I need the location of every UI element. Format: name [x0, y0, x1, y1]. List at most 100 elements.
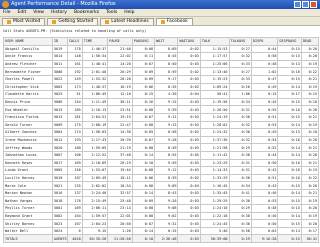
menu-view[interactable]: View — [33, 9, 44, 16]
table-cell: 0:03 — [177, 158, 201, 168]
table-cell: 0:19 — [300, 211, 320, 221]
table-cell: 0:15 — [277, 44, 302, 54]
table-cell: 9:13 — [154, 120, 179, 130]
table-cell: 2:10:09 — [81, 158, 109, 168]
col-user-name[interactable]: USER NAME — [3, 37, 53, 46]
agent-name-link[interactable]: Walter Bell — [3, 226, 53, 236]
table-cell: 0:19 — [300, 59, 320, 69]
agent-name-link[interactable]: Bernadette Fisher — [3, 67, 53, 76]
table-row: Claudette Harris 5025 51 1:06:45 12:10 0:15 4:… — [3, 90, 320, 99]
table-cell: 1:23:29 — [199, 158, 230, 168]
close-button[interactable] — [310, 1, 317, 8]
table-cell: 5002 — [51, 211, 68, 221]
agent-name-link[interactable]: Shirley Barnes — [3, 219, 53, 228]
table-cell: 0:29 — [228, 143, 252, 152]
col-pause[interactable]: PAUSE — [107, 37, 133, 46]
col-id[interactable]: ID — [51, 37, 68, 46]
agent-name-link[interactable]: Gerald Turner — [3, 120, 53, 130]
bookmark-most-visited[interactable]: Most Visited — [2, 18, 46, 25]
totals-cell: 4018 — [66, 234, 83, 244]
table-cell: 0:20 — [300, 44, 320, 54]
table-cell: 0:20 — [300, 150, 320, 160]
table-cell: 1:06:45 — [81, 90, 109, 99]
table-cell: 169 — [66, 158, 83, 168]
table-cell: 0:27 — [228, 44, 252, 54]
agent-name-link[interactable]: Linda Grant — [3, 166, 53, 175]
agent-name-link[interactable]: Phyllis Turner — [3, 204, 53, 213]
agent-name-link[interactable]: Johnathan Lucas — [3, 150, 53, 160]
agent-name-link[interactable]: Annie Francis — [3, 52, 53, 61]
col-wait[interactable]: WAIT — [154, 37, 179, 46]
agent-name-link[interactable]: Lucille Harvey — [3, 173, 53, 183]
table-cell: 161 — [66, 59, 83, 69]
table-cell: 0:21 — [300, 158, 320, 168]
agent-name-link[interactable]: Francisco Fields — [3, 112, 53, 122]
agent-stats-table: USER NAME ID CALLS TIME PAUSE PAUSAVG WA… — [3, 37, 320, 244]
agent-name-link[interactable]: Dennis Price — [3, 97, 53, 107]
agent-name-link[interactable]: Charles Powell — [3, 74, 53, 84]
totals-cell: 0:15 — [277, 234, 302, 244]
table-cell: 0:51 — [250, 112, 279, 122]
col-waitavg[interactable]: WAITAVG — [177, 37, 201, 46]
col-talk[interactable]: TALK — [199, 37, 230, 46]
agent-name-link[interactable]: Raymond Grant — [3, 211, 53, 221]
table-cell: 0:02 — [177, 67, 201, 76]
col-dispoavg[interactable]: DISPOAVG — [277, 37, 302, 46]
table-cell: 0:16 — [277, 158, 302, 168]
totals-cell: 38:41 — [300, 234, 320, 244]
firefox-icon — [2, 1, 9, 8]
maximize-button[interactable] — [302, 1, 309, 8]
table-cell: 5017 — [51, 158, 68, 168]
agent-name-link[interactable]: Gilbert Sanchez — [3, 128, 53, 137]
table-cell: 0:19 — [300, 196, 320, 206]
col-pausavg[interactable]: PAUSAVG — [131, 37, 156, 46]
table-cell: 19:15 — [107, 112, 133, 122]
col-dead[interactable]: DEAD — [300, 37, 320, 46]
menu-help[interactable]: Help — [124, 9, 134, 16]
table-cell: 0:46 — [250, 211, 279, 221]
menu-history[interactable]: History — [51, 9, 67, 16]
agent-name-link[interactable]: Marion Newton — [3, 188, 53, 198]
agent-name-link[interactable]: Irene Mackenzie — [3, 135, 53, 145]
bookmark-getting-started[interactable]: Getting Started — [47, 18, 99, 25]
col-time[interactable]: TIME — [81, 37, 109, 46]
col-dispo[interactable]: DISPO — [250, 37, 279, 46]
agent-name-link[interactable]: Claudette Harris — [3, 90, 53, 99]
bookmark-facebook[interactable]: Facebook — [155, 18, 193, 25]
bookmark-latest-headlines[interactable]: Latest Headlines — [100, 18, 154, 25]
agent-name-link[interactable]: Kenneth Reyes — [3, 158, 53, 168]
table-cell: 0:45 — [250, 97, 279, 107]
col-talkavg[interactable]: TALKAVG — [228, 37, 252, 46]
table-cell: 0:03 — [177, 226, 201, 236]
table-row: Raymond Grant 5002 164 1:59:57 22:01 0:08 9:02… — [3, 211, 320, 221]
table-cell: 9:15 — [154, 97, 179, 107]
table-cell: 2:17:43 — [81, 135, 109, 145]
bookmark-icon — [7, 20, 11, 24]
agent-name-link[interactable]: Abigail Castillo — [3, 44, 53, 54]
window-title: Agent Performance Detail - Mozilla Firef… — [11, 1, 116, 7]
table-cell: 0:19 — [300, 120, 320, 130]
menu-edit[interactable]: Edit — [18, 9, 27, 16]
agent-name-link[interactable]: Nathan Vargas — [3, 196, 53, 206]
menu-file[interactable]: File — [3, 9, 11, 16]
table-cell: 0:08 — [131, 204, 156, 213]
table-cell: 8:45 — [154, 52, 179, 61]
agent-name-link[interactable]: Jeffrey Woods — [3, 143, 53, 152]
menu-tools[interactable]: Tools — [106, 9, 117, 16]
table-cell: 2:06:11 — [81, 204, 109, 213]
col-calls[interactable]: CALLS — [66, 37, 83, 46]
agent-name-link[interactable]: Eva Wheeler — [3, 105, 53, 114]
table-cell: 0:13 — [277, 59, 302, 69]
menu-bookmarks[interactable]: Bookmarks — [74, 9, 99, 16]
table-row: Gilbert Sanchez 5004 174 1:58:03 14:38 0:05 8:… — [3, 128, 320, 137]
table-cell: 0:08 — [131, 143, 156, 152]
table-cell: 1:06 — [228, 90, 252, 99]
window-titlebar: Agent Performance Detail - Mozilla Firef… — [0, 0, 320, 9]
table-cell: 5019 — [51, 44, 68, 54]
table-row: Irene Mackenzie 5012 193 2:17:43 20:39 0:07 9:… — [3, 135, 320, 145]
agent-name-link[interactable]: Christopher Vick — [3, 82, 53, 92]
agent-name-link[interactable]: Andrew Fletcher — [3, 59, 53, 69]
agent-name-link[interactable]: Marie Cole — [3, 181, 53, 190]
table-cell: 1:24:19 — [199, 112, 230, 122]
minimize-button[interactable] — [294, 1, 301, 8]
